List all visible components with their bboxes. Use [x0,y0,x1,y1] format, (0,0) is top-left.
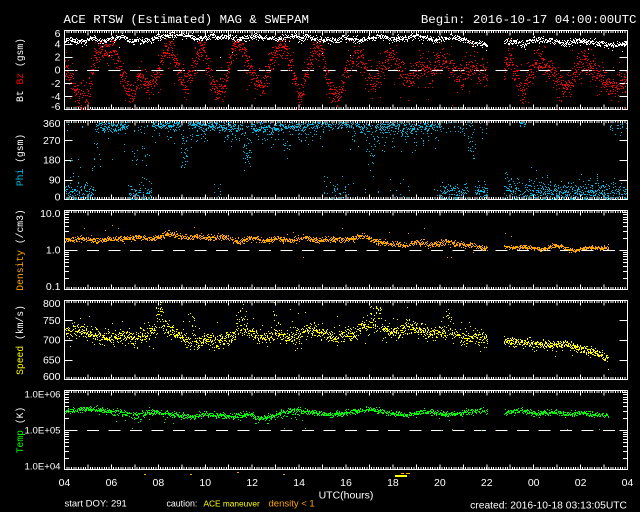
svg-text:2: 2 [55,52,61,64]
svg-text:750: 750 [43,315,61,327]
svg-text:density < 1: density < 1 [269,499,315,510]
svg-text:Speed (km/s): Speed (km/s) [15,305,26,375]
svg-text:1.0E+06: 1.0E+06 [24,390,60,401]
svg-text:0.1: 0.1 [46,281,61,293]
svg-text:22: 22 [481,477,493,489]
svg-text:600: 600 [43,371,61,383]
svg-text:-6: -6 [51,101,60,113]
svg-text:0: 0 [55,192,61,204]
svg-text:12: 12 [246,477,258,489]
svg-text:0: 0 [55,65,61,77]
svg-text:08: 08 [152,477,164,489]
svg-text:04: 04 [622,477,634,489]
svg-text:16: 16 [340,477,352,489]
svg-text:360: 360 [43,118,61,130]
svg-text:Temp (K): Temp (K) [15,407,26,454]
svg-text:-2: -2 [51,78,60,90]
svg-text:06: 06 [106,477,118,489]
svg-text:180: 180 [43,155,61,167]
svg-text:ACE maneuver: ACE maneuver [204,499,260,509]
svg-text:90: 90 [49,174,61,186]
svg-text:10.0: 10.0 [40,208,61,220]
svg-text:4: 4 [55,38,61,50]
svg-text:650: 650 [43,354,61,366]
svg-text:created: 2016-10-18 03:13:05UT: created: 2016-10-18 03:13:05UTC [470,501,627,512]
svg-text:800: 800 [43,298,61,310]
svg-text:00: 00 [528,477,540,489]
svg-text:Phi (gsm): Phi (gsm) [15,134,26,186]
svg-text:04: 04 [59,477,71,489]
svg-text:10: 10 [199,477,211,489]
svg-text:Density (/cm3): Density (/cm3) [15,209,26,290]
svg-text:1.0E+04: 1.0E+04 [24,462,61,473]
svg-text:02: 02 [575,477,587,489]
svg-text:700: 700 [43,335,61,347]
svg-text:UTC(hours): UTC(hours) [319,489,374,501]
svg-text:ACE RTSW (Estimated) MAG & SWE: ACE RTSW (Estimated) MAG & SWEPAM [64,13,309,27]
svg-text:270: 270 [43,135,61,147]
svg-text:1.0: 1.0 [46,245,61,257]
svg-text:caution:: caution: [167,499,198,509]
svg-text:20: 20 [434,477,446,489]
svg-text:1.0E+05: 1.0E+05 [24,426,60,437]
svg-text:18: 18 [387,477,399,489]
svg-text:Bt Bz (gsm): Bt Bz (gsm) [15,38,26,102]
svg-text:start DOY: 291: start DOY: 291 [65,499,127,510]
svg-text:14: 14 [293,477,305,489]
svg-text:Begin: 2016-10-17 04:00:00UTC: Begin: 2016-10-17 04:00:00UTC [421,13,637,27]
